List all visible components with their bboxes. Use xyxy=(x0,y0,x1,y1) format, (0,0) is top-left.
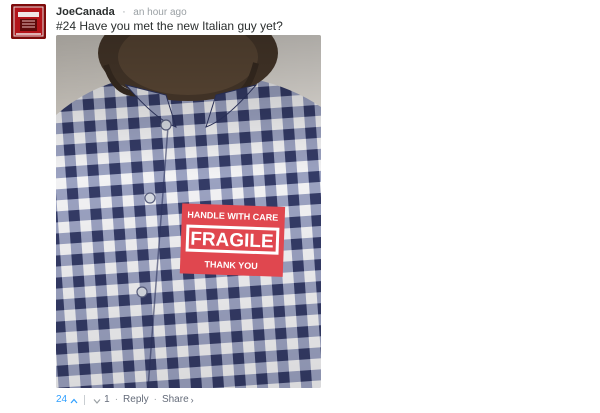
chevron-right-icon: › xyxy=(190,395,194,405)
comment-header: JoeCanada · an hour ago xyxy=(56,4,187,18)
chevron-down-icon[interactable] xyxy=(93,396,101,404)
footer-dot: · xyxy=(114,394,119,405)
comment: JoeCanada · an hour ago #24 Have you met… xyxy=(0,0,600,413)
comment-footer: 24 1 · Reply · Share › xyxy=(56,393,194,407)
header-separator: · xyxy=(122,6,126,18)
vote-divider xyxy=(84,395,86,405)
comment-message: #24 Have you met the new Italian guy yet… xyxy=(56,19,283,33)
timestamp[interactable]: an hour ago xyxy=(133,7,186,18)
sticker-main-text: FRAGILE xyxy=(190,229,274,253)
author-name[interactable]: JoeCanada xyxy=(56,6,115,18)
downvote-count: 1 xyxy=(104,394,110,405)
reply-button[interactable]: Reply xyxy=(123,393,149,407)
avatar[interactable] xyxy=(11,4,46,39)
chevron-up-icon[interactable] xyxy=(70,396,78,404)
footer-dot: · xyxy=(153,394,157,405)
upvote-count: 24 xyxy=(56,394,68,405)
comment-photo[interactable]: HANDLE WITH CARE FRAGILE THANK YOU xyxy=(56,35,321,388)
share-button[interactable]: Share xyxy=(162,393,189,407)
sticker-bottom-text: THANK YOU xyxy=(204,259,258,271)
